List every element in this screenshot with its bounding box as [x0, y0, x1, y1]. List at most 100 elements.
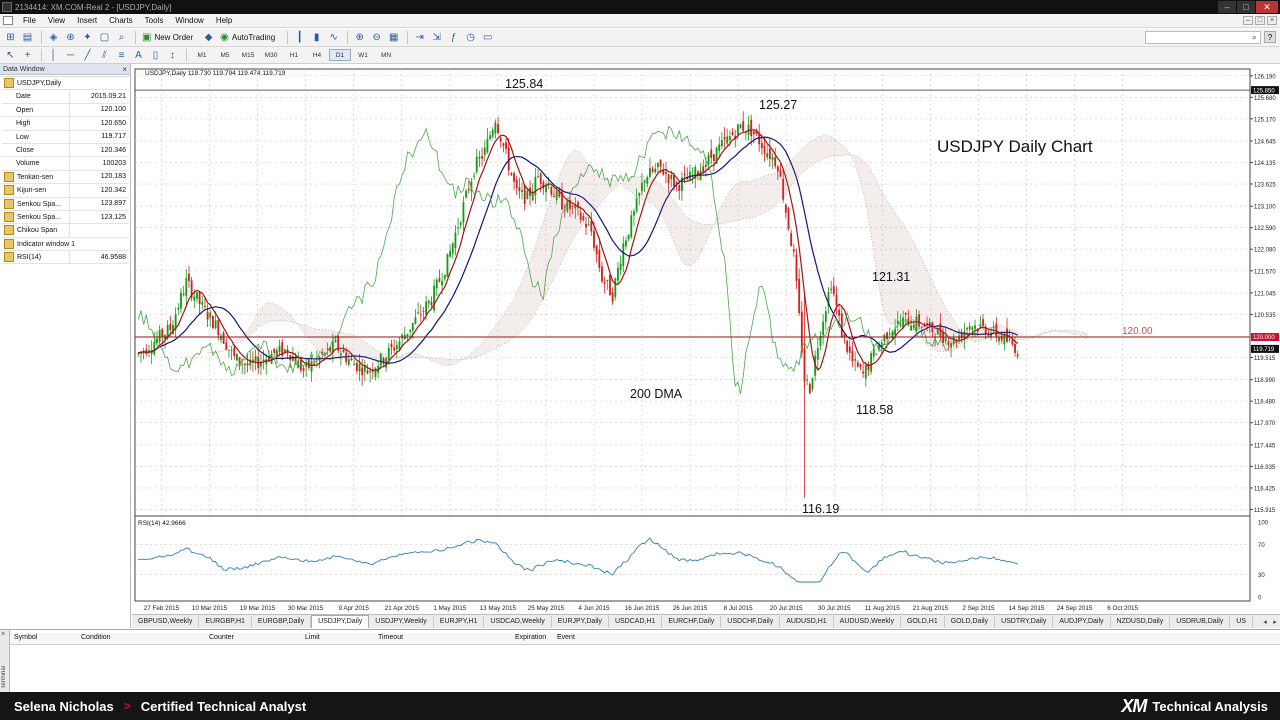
new-chart-icon[interactable]: ⊞ — [3, 31, 18, 45]
profiles-icon[interactable]: ▤ — [20, 31, 35, 45]
chart-shift-icon[interactable]: ⇥ — [412, 31, 427, 45]
indicator-row[interactable]: Kijun-sen 120.342 — [2, 184, 129, 198]
data-window-close-icon[interactable]: × — [122, 65, 127, 74]
chart-tab[interactable]: EURCHF,Daily — [662, 615, 722, 628]
chart-tab[interactable]: US — [1230, 615, 1254, 628]
indicators-icon[interactable]: ƒ — [446, 31, 461, 45]
strategy-tester-icon[interactable]: ⌕ — [114, 31, 129, 45]
arrows-icon[interactable]: ↕ — [165, 48, 180, 62]
indicator-row[interactable]: Chikou Span — [2, 224, 129, 238]
trendline-icon[interactable]: ╱ — [80, 48, 95, 62]
market-watch-icon[interactable]: ◈ — [46, 31, 61, 45]
timeframe-m30[interactable]: M30 — [260, 49, 282, 61]
auto-scroll-icon[interactable]: ⇲ — [429, 31, 444, 45]
tab-scroll-right-icon[interactable]: ▸ — [1270, 618, 1280, 626]
menu-file[interactable]: File — [17, 16, 42, 25]
indicator-window-row[interactable]: Indicator window 1 — [2, 238, 129, 252]
vertical-line-icon[interactable]: │ — [46, 48, 61, 62]
timeframe-d1[interactable]: D1 — [329, 49, 351, 61]
navigator-icon[interactable]: ✦ — [80, 31, 95, 45]
crosshair-icon[interactable]: + — [20, 48, 35, 62]
metaeditor-icon[interactable]: ◆ — [201, 31, 216, 45]
chart-tab[interactable]: USDCAD,Weekly — [484, 615, 552, 628]
chart-tab[interactable]: GOLD,Daily — [945, 615, 996, 628]
chart-tab[interactable]: USDJPY,Daily — [311, 615, 370, 628]
chart-tab[interactable]: EURJPY,H1 — [434, 615, 485, 628]
search-input[interactable]: ⌕ — [1145, 31, 1261, 44]
col-timeout[interactable]: Timeout — [378, 634, 403, 641]
col-condition[interactable]: Condition — [81, 634, 111, 641]
candlestick-icon[interactable]: ▮ — [309, 31, 324, 45]
zoom-in-icon[interactable]: ⊕ — [352, 31, 367, 45]
data-row[interactable]: Low 119.717 — [2, 130, 129, 144]
data-window-symbol-row[interactable]: USDJPY,Daily — [2, 77, 129, 91]
cursor-icon[interactable]: ↖ — [3, 48, 18, 62]
close-button[interactable]: ✕ — [1256, 1, 1278, 13]
menu-view[interactable]: View — [42, 16, 71, 25]
document-icon[interactable] — [3, 16, 13, 25]
templates-icon[interactable]: ▭ — [480, 31, 495, 45]
chart-tab[interactable]: AUDUSD,H1 — [780, 615, 834, 628]
data-row[interactable]: Date 2015.09.21 — [2, 90, 129, 104]
periods-icon[interactable]: ◷ — [463, 31, 478, 45]
chart-tab[interactable]: USDCHF,Daily — [721, 615, 781, 628]
col-counter[interactable]: Counter — [209, 634, 234, 641]
menu-help[interactable]: Help — [210, 16, 238, 25]
chart-tab[interactable]: AUDJPY,Daily — [1053, 615, 1111, 628]
menu-window[interactable]: Window — [169, 16, 209, 25]
chart-tab[interactable]: EURJPY,Daily — [552, 615, 609, 628]
terminal-icon[interactable]: ▢ — [97, 31, 112, 45]
text-icon[interactable]: A — [131, 48, 146, 62]
child-minimize-button[interactable]: – — [1243, 16, 1253, 25]
chart-tab[interactable]: USDJPY,Weekly — [369, 615, 434, 628]
autotrading-button[interactable]: ◉ AutoTrading — [218, 31, 277, 45]
indicator-row[interactable]: Tenkan-sen 120.183 — [2, 170, 129, 185]
indicator-row[interactable]: Senkou Spa... 123.125 — [2, 210, 129, 225]
line-chart-icon[interactable]: ∿ — [326, 31, 341, 45]
chart-tab[interactable]: NZDUSD,Daily — [1111, 615, 1171, 628]
indicator-row[interactable]: Senkou Spa... 123.897 — [2, 197, 129, 211]
fibonacci-icon[interactable]: ≡ — [114, 48, 129, 62]
timeframe-m1[interactable]: M1 — [191, 49, 213, 61]
label-icon[interactable]: ▯ — [148, 48, 163, 62]
chart-tab[interactable]: GOLD,H1 — [901, 615, 945, 628]
timeframe-h4[interactable]: H4 — [306, 49, 328, 61]
col-limit[interactable]: Limit — [305, 634, 320, 641]
chart-area[interactable]: 126.190 125.680 125.170 124.645 124.135 123.6… — [132, 64, 1280, 614]
terminal-close-icon[interactable]: × — [1, 631, 5, 638]
help-icon[interactable]: ? — [1264, 31, 1276, 43]
timeframe-m15[interactable]: M15 — [237, 49, 259, 61]
search-icon[interactable]: ⌕ — [1252, 32, 1257, 43]
bar-chart-icon[interactable]: ┃ — [292, 31, 307, 45]
maximize-button[interactable]: □ — [1237, 1, 1255, 13]
timeframe-w1[interactable]: W1 — [352, 49, 374, 61]
chart-svg[interactable]: 126.190 125.680 125.170 124.645 124.135 123.6… — [132, 64, 1280, 614]
chart-tab[interactable]: USDTRY,Daily — [995, 615, 1054, 628]
timeframe-m5[interactable]: M5 — [214, 49, 236, 61]
menu-insert[interactable]: Insert — [71, 16, 103, 25]
menu-tools[interactable]: Tools — [139, 16, 170, 25]
tab-scroll-left-icon[interactable]: ◂ — [1260, 618, 1270, 626]
chart-tab[interactable]: EURGBP,Daily — [252, 615, 312, 628]
data-row[interactable]: Volume 100203 — [2, 157, 129, 171]
col-event[interactable]: Event — [557, 634, 575, 641]
chart-tab[interactable]: EURGBP,H1 — [199, 615, 252, 628]
chart-tab[interactable]: USDRUB,Daily — [1170, 615, 1231, 628]
col-symbol[interactable]: Symbol — [14, 634, 37, 641]
minimize-button[interactable]: – — [1218, 1, 1236, 13]
horizontal-line-icon[interactable]: ─ — [63, 48, 78, 62]
data-window-icon[interactable]: ⊕ — [63, 31, 78, 45]
timeframe-h1[interactable]: H1 — [283, 49, 305, 61]
col-expiration[interactable]: Expiration — [515, 634, 546, 641]
data-row[interactable]: Open 120.100 — [2, 103, 129, 118]
child-close-button[interactable]: × — [1267, 16, 1277, 25]
channel-icon[interactable]: ⫽ — [97, 48, 112, 62]
chart-tab[interactable]: USDCAD,H1 — [609, 615, 663, 628]
zoom-out-icon[interactable]: ⊖ — [369, 31, 384, 45]
chart-tab[interactable]: GBPUSD,Weekly — [132, 615, 200, 628]
data-row[interactable]: High 120.650 — [2, 117, 129, 131]
timeframe-mn[interactable]: MN — [375, 49, 397, 61]
new-order-button[interactable]: ▣ New Order — [140, 31, 195, 45]
menu-charts[interactable]: Charts — [103, 16, 139, 25]
chart-tab[interactable]: AUDUSD,Weekly — [834, 615, 901, 628]
